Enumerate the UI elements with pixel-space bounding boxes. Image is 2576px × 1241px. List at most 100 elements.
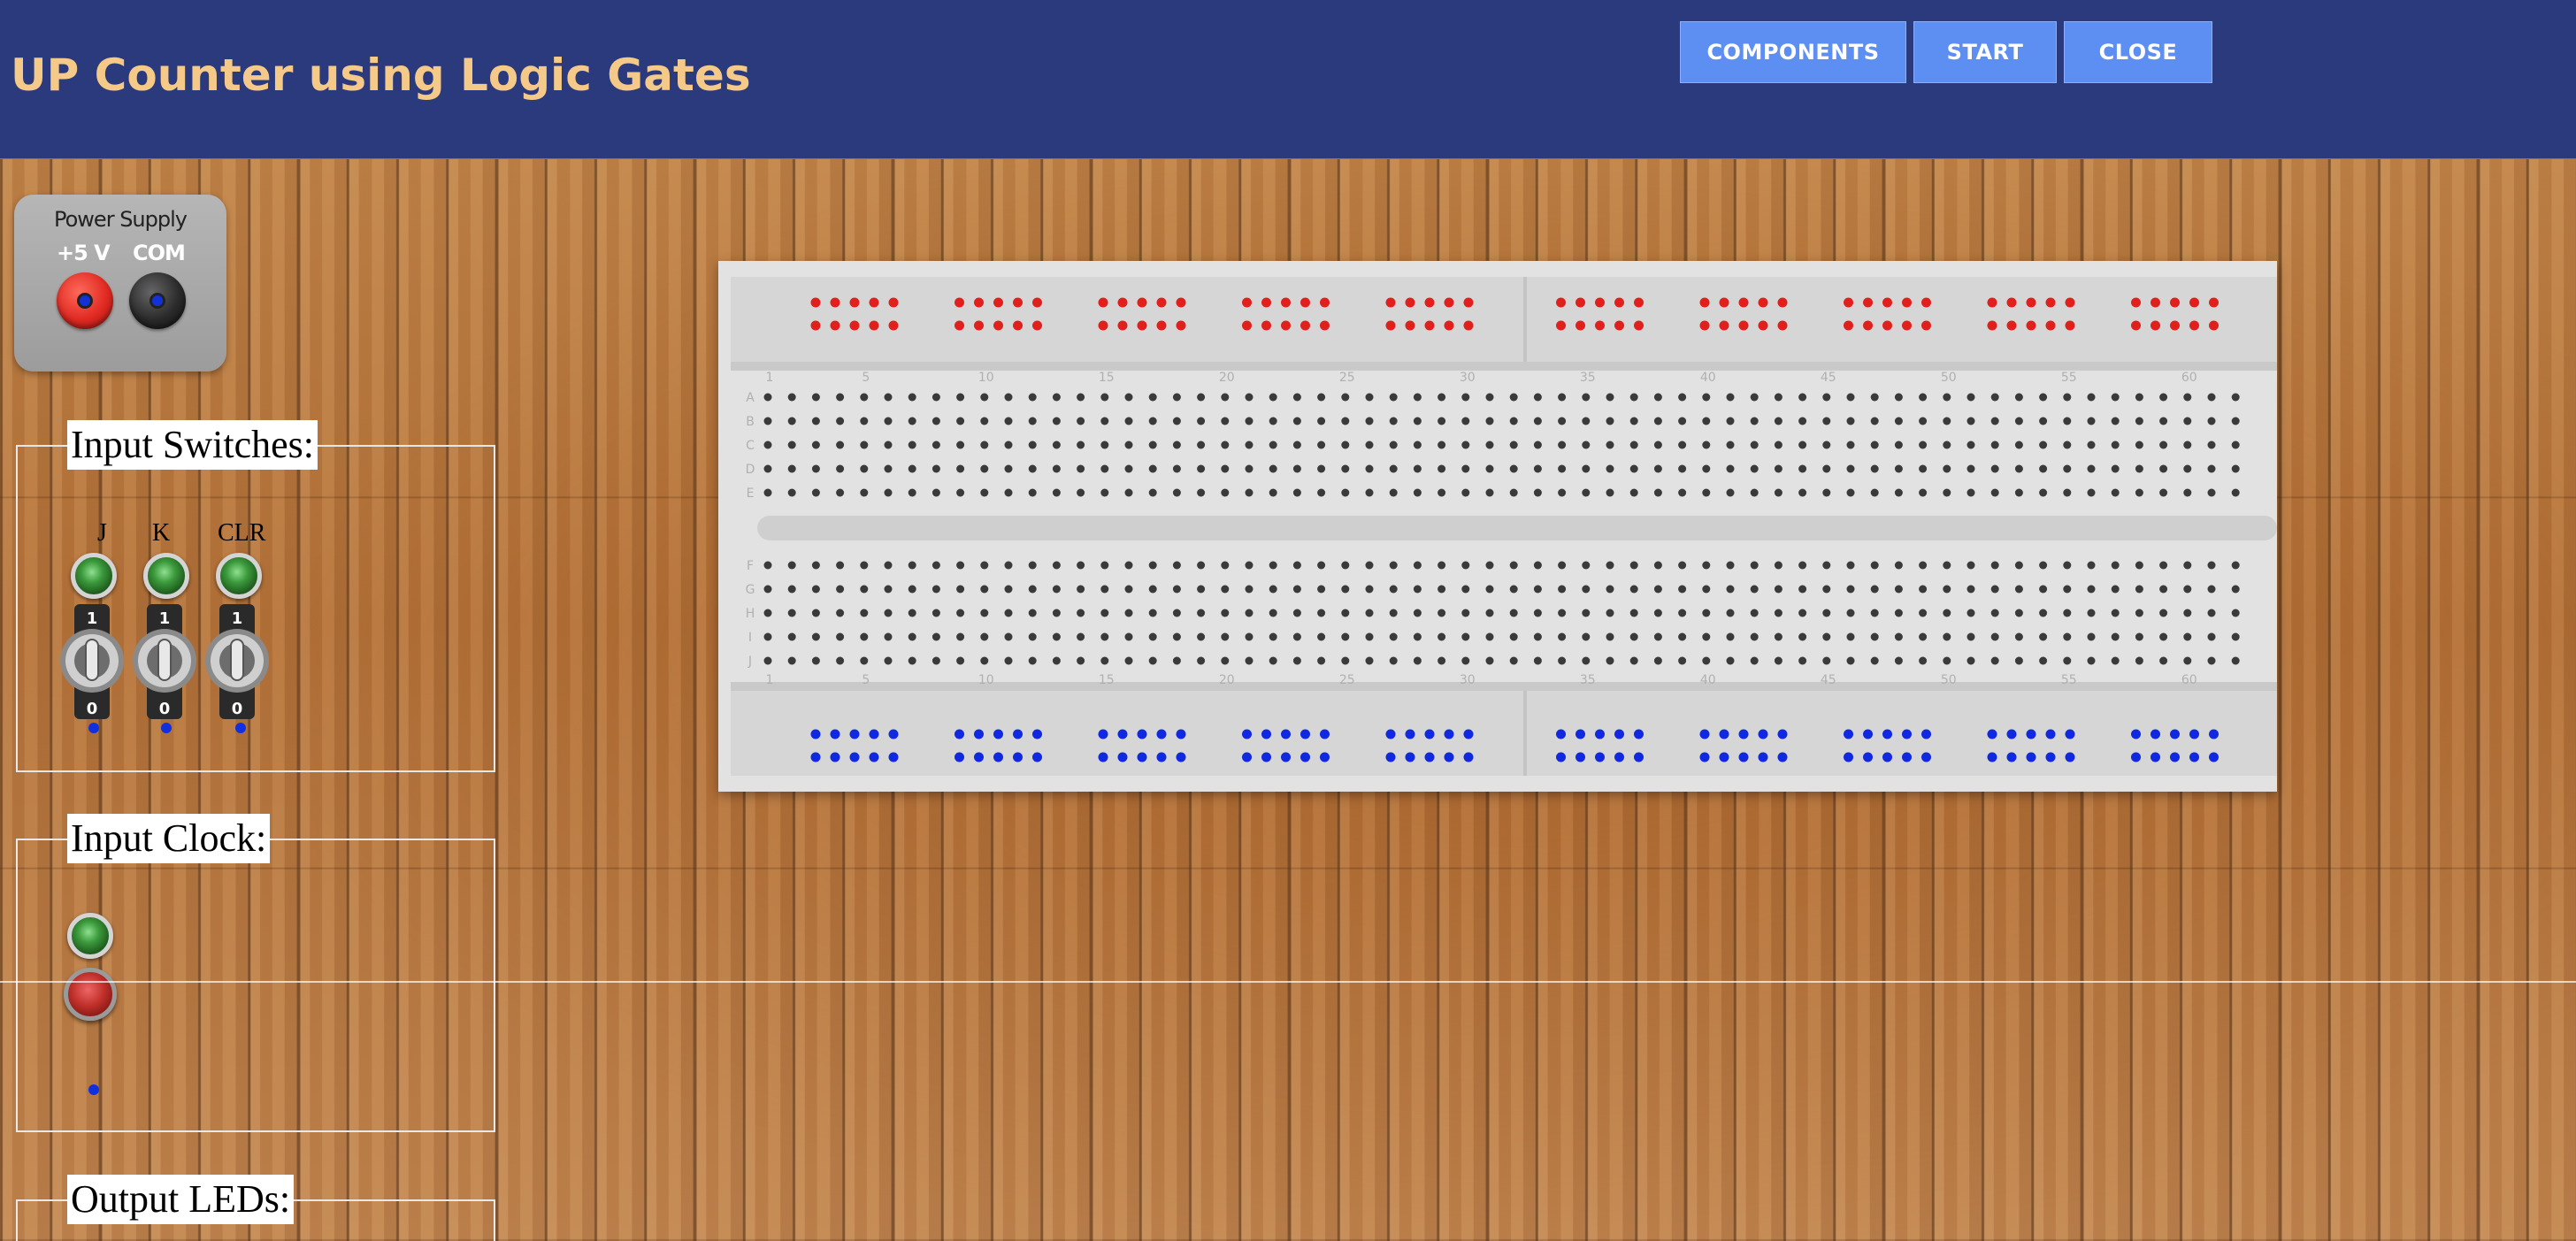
breadboard-hole[interactable] — [2207, 632, 2216, 641]
breadboard-hole[interactable] — [932, 488, 940, 497]
breadboard-hole[interactable] — [1320, 297, 1330, 308]
breadboard-hole[interactable] — [1894, 632, 1903, 641]
breadboard-hole[interactable] — [1558, 656, 1567, 665]
breadboard-hole[interactable] — [2087, 464, 2096, 473]
breadboard-hole[interactable] — [1292, 417, 1301, 425]
breadboard-hole[interactable] — [1341, 417, 1350, 425]
breadboard-hole[interactable] — [1317, 488, 1326, 497]
breadboard-hole[interactable] — [2026, 297, 2036, 308]
breadboard-hole[interactable] — [860, 585, 869, 594]
breadboard-hole[interactable] — [1629, 656, 1638, 665]
breadboard-hole[interactable] — [1485, 656, 1494, 665]
breadboard-hole[interactable] — [1004, 440, 1013, 449]
breadboard-hole[interactable] — [1702, 417, 1711, 425]
breadboard-hole[interactable] — [1028, 440, 1037, 449]
breadboard-hole[interactable] — [1558, 585, 1567, 594]
breadboard-hole[interactable] — [2039, 393, 2048, 402]
breadboard-hole[interactable] — [2131, 729, 2141, 739]
breadboard-hole[interactable] — [1245, 488, 1254, 497]
breadboard-hole[interactable] — [1148, 464, 1157, 473]
breadboard-hole[interactable] — [1902, 729, 1912, 739]
breadboard-hole[interactable] — [2014, 393, 2023, 402]
breadboard-hole[interactable] — [884, 632, 893, 641]
breadboard-hole[interactable] — [1629, 440, 1638, 449]
breadboard-hole[interactable] — [810, 320, 821, 331]
breadboard-hole[interactable] — [1653, 464, 1662, 473]
breadboard-hole[interactable] — [1221, 464, 1230, 473]
breadboard-hole[interactable] — [1533, 393, 1542, 402]
breadboard-hole[interactable] — [1389, 393, 1398, 402]
breadboard-hole[interactable] — [1461, 632, 1470, 641]
breadboard-hole[interactable] — [2207, 488, 2216, 497]
breadboard-hole[interactable] — [1634, 320, 1644, 331]
breadboard-hole[interactable] — [1028, 585, 1037, 594]
breadboard-hole[interactable] — [2026, 729, 2036, 739]
breadboard-hole[interactable] — [2159, 488, 2168, 497]
breadboard-hole[interactable] — [2006, 752, 2017, 762]
breadboard-hole[interactable] — [1013, 729, 1023, 739]
breadboard-hole[interactable] — [830, 752, 840, 762]
breadboard-hole[interactable] — [1100, 440, 1109, 449]
breadboard-hole[interactable] — [2131, 752, 2141, 762]
breadboard-hole[interactable] — [1987, 729, 1997, 739]
breadboard-hole[interactable] — [1156, 729, 1167, 739]
toggle-switch-clr[interactable]: 1 0 — [203, 604, 271, 719]
breadboard-hole[interactable] — [1846, 440, 1855, 449]
breadboard-hole[interactable] — [1846, 488, 1855, 497]
breadboard-hole[interactable] — [1798, 464, 1807, 473]
breadboard-hole[interactable] — [1798, 561, 1807, 570]
breadboard-hole[interactable] — [2087, 609, 2096, 617]
breadboard-hole[interactable] — [1438, 632, 1446, 641]
breadboard-hole[interactable] — [1004, 656, 1013, 665]
breadboard-hole[interactable] — [2207, 464, 2216, 473]
breadboard-hole[interactable] — [1028, 632, 1037, 641]
breadboard-hole[interactable] — [1846, 585, 1855, 594]
breadboard-hole[interactable] — [1100, 488, 1109, 497]
breadboard-hole[interactable] — [2231, 585, 2240, 594]
breadboard-hole[interactable] — [2063, 609, 2072, 617]
breadboard-hole[interactable] — [1172, 585, 1181, 594]
breadboard-hole[interactable] — [1300, 297, 1310, 308]
breadboard-hole[interactable] — [1678, 609, 1687, 617]
breadboard-hole[interactable] — [1413, 561, 1422, 570]
breadboard-hole[interactable] — [956, 488, 965, 497]
breadboard-hole[interactable] — [1678, 585, 1687, 594]
breadboard-hole[interactable] — [1124, 609, 1133, 617]
breadboard-hole[interactable] — [2231, 632, 2240, 641]
breadboard-hole[interactable] — [1261, 752, 1271, 762]
breadboard-hole[interactable] — [1990, 440, 1999, 449]
breadboard-hole[interactable] — [836, 632, 845, 641]
breadboard-hole[interactable] — [1990, 488, 1999, 497]
breadboard-hole[interactable] — [811, 561, 820, 570]
breadboard-hole[interactable] — [1533, 632, 1542, 641]
breadboard-hole[interactable] — [1424, 297, 1435, 308]
breadboard-hole[interactable] — [1509, 609, 1518, 617]
breadboard-hole[interactable] — [932, 561, 940, 570]
breadboard-hole[interactable] — [884, 393, 893, 402]
breadboard-hole[interactable] — [1750, 488, 1759, 497]
breadboard-hole[interactable] — [1738, 297, 1749, 308]
breadboard-hole[interactable] — [1444, 320, 1454, 331]
breadboard-hole[interactable] — [1413, 417, 1422, 425]
breadboard-hole[interactable] — [884, 464, 893, 473]
breadboard-hole[interactable] — [1389, 440, 1398, 449]
breadboard-hole[interactable] — [1738, 729, 1749, 739]
breadboard-hole[interactable] — [1197, 632, 1206, 641]
breadboard-hole[interactable] — [956, 632, 965, 641]
breadboard-hole[interactable] — [1653, 393, 1662, 402]
breadboard-hole[interactable] — [1221, 561, 1230, 570]
breadboard-hole[interactable] — [1629, 609, 1638, 617]
breadboard-hole[interactable] — [2014, 609, 2023, 617]
breadboard-hole[interactable] — [1463, 320, 1474, 331]
breadboard-hole[interactable] — [1919, 417, 1928, 425]
clock-pulse-button[interactable] — [64, 968, 117, 1021]
breadboard-hole[interactable] — [1629, 417, 1638, 425]
breadboard-hole[interactable] — [2183, 464, 2192, 473]
breadboard-hole[interactable] — [1919, 632, 1928, 641]
breadboard-hole[interactable] — [1124, 417, 1133, 425]
breadboard-hole[interactable] — [908, 393, 916, 402]
breadboard-hole[interactable] — [1245, 464, 1254, 473]
breadboard-hole[interactable] — [1028, 561, 1037, 570]
breadboard-hole[interactable] — [1702, 440, 1711, 449]
breadboard-hole[interactable] — [1774, 464, 1782, 473]
